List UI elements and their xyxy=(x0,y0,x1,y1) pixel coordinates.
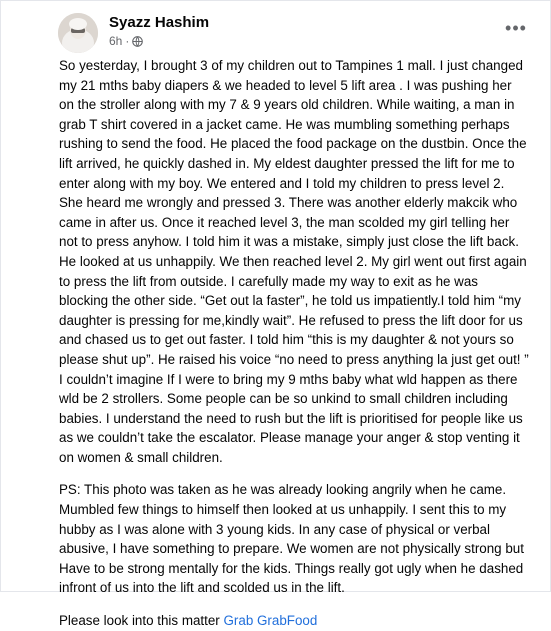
meta-separator: · xyxy=(125,34,130,48)
avatar[interactable] xyxy=(58,13,98,53)
profile-photo xyxy=(58,13,98,53)
paragraph-3-text: Please look into this matter xyxy=(59,613,224,629)
post-paragraph-2: PS: This photo was taken as he was alrea… xyxy=(59,482,524,596)
mention-grab-link[interactable]: Grab xyxy=(224,613,254,628)
facebook-post: Syazz Hashim 6h · ••• So yesterday, I br… xyxy=(0,0,551,628)
globe-icon xyxy=(132,35,144,47)
post-body: So yesterday, I brought 3 of my children… xyxy=(59,56,529,631)
post-meta: 6h · xyxy=(109,34,144,48)
mention-grabfood-link[interactable]: GrabFood xyxy=(257,613,317,628)
post-paragraph-3: Please look into this matter Grab GrabFo… xyxy=(59,611,529,631)
author-name[interactable]: Syazz Hashim xyxy=(109,14,209,31)
post-paragraph-1: So yesterday, I brought 3 of my children… xyxy=(59,58,529,465)
post-header: Syazz Hashim 6h · ••• xyxy=(58,10,550,53)
post-timestamp[interactable]: 6h xyxy=(109,34,122,48)
more-options-icon[interactable]: ••• xyxy=(505,19,526,37)
